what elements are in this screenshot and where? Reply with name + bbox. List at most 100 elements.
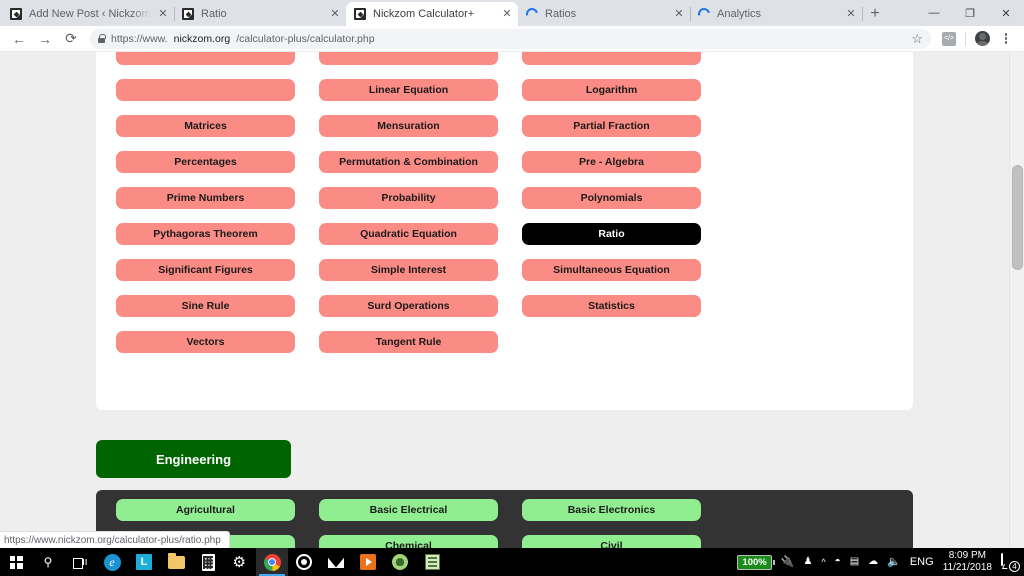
opera-button[interactable] bbox=[288, 548, 320, 576]
calculator-button-pythagoras-theorem[interactable]: Pythagoras Theorem bbox=[116, 223, 295, 245]
calculator-button-permutation-combination[interactable]: Permutation & Combination bbox=[319, 151, 498, 173]
wifi-icon[interactable]: ◓ bbox=[835, 557, 841, 567]
chrome-icon bbox=[263, 553, 281, 571]
tab-analytics[interactable]: Analytics ✕ bbox=[690, 2, 863, 26]
battery-percent-badge[interactable]: 100% bbox=[737, 554, 776, 570]
clock-date: 11/21/2018 bbox=[942, 562, 992, 573]
chrome-button[interactable] bbox=[256, 548, 288, 576]
task-view-button[interactable] bbox=[64, 548, 96, 576]
file-explorer-button[interactable] bbox=[160, 548, 192, 576]
scrollbar-thumb[interactable] bbox=[1012, 165, 1023, 270]
calculator-button-significant-figures[interactable]: Significant Figures bbox=[116, 259, 295, 281]
search-button[interactable]: ⚲ bbox=[32, 548, 64, 576]
media-play-icon bbox=[360, 554, 376, 570]
calculator-button-sine-rule[interactable]: Sine Rule bbox=[116, 295, 295, 317]
calculator-button-basic-electrical[interactable]: Basic Electrical bbox=[319, 499, 498, 521]
tab-close-icon[interactable]: ✕ bbox=[330, 8, 340, 20]
chrome-menu-button[interactable] bbox=[994, 27, 1018, 51]
tab-close-icon[interactable]: ✕ bbox=[158, 8, 168, 20]
lastpass-button[interactable]: L bbox=[128, 548, 160, 576]
calculator-button-partial-fraction[interactable]: Partial Fraction bbox=[522, 115, 701, 137]
bookmark-star-icon[interactable]: ☆ bbox=[911, 31, 923, 47]
calculator-button-cutoff[interactable] bbox=[319, 52, 498, 65]
chevron-up-icon[interactable]: ^ bbox=[821, 557, 825, 567]
minimize-button[interactable]: — bbox=[916, 0, 952, 26]
language-indicator[interactable]: ENG bbox=[910, 556, 934, 568]
calculator-cell: Vectors bbox=[104, 324, 307, 360]
calculator-button-pre-algebra[interactable]: Pre - Algebra bbox=[522, 151, 701, 173]
calculator-button-prime-numbers[interactable]: Prime Numbers bbox=[116, 187, 295, 209]
android-studio-button[interactable] bbox=[384, 548, 416, 576]
tab-nickzom-calculator-plus[interactable]: Nickzom Calculator+ ✕ bbox=[346, 2, 518, 26]
loading-spinner-icon bbox=[523, 5, 541, 23]
folder-icon bbox=[167, 552, 185, 569]
clock[interactable]: 8:09 PM 11/21/2018 bbox=[943, 550, 992, 574]
address-bar[interactable]: https://www. nickzom.org/calculator-plus/… bbox=[90, 28, 931, 49]
notepad-button[interactable] bbox=[416, 548, 448, 576]
windows-logo-icon bbox=[9, 555, 23, 569]
calculator-button-surd-operations[interactable]: Surd Operations bbox=[319, 295, 498, 317]
calculator-cell: Logarithm bbox=[510, 72, 713, 108]
tab-close-icon[interactable]: ✕ bbox=[846, 8, 856, 20]
calculator-button-quadratic-equation[interactable]: Quadratic Equation bbox=[319, 223, 498, 245]
close-window-button[interactable]: ✕ bbox=[988, 0, 1024, 26]
calculator-button-cutoff[interactable] bbox=[116, 52, 295, 65]
page-scrollbar[interactable] bbox=[1009, 52, 1024, 548]
tab-ratios[interactable]: Ratios ✕ bbox=[518, 2, 691, 26]
calculator-button-simultaneous-equation[interactable]: Simultaneous Equation bbox=[522, 259, 701, 281]
calculator-button-cutoff[interactable] bbox=[522, 52, 701, 65]
forward-button[interactable]: → bbox=[32, 27, 58, 51]
calculator-button-cutoff[interactable] bbox=[116, 79, 295, 101]
page-content: Linear Equation Logarithm Matrices Mensu… bbox=[0, 52, 1009, 548]
calculator-cell bbox=[104, 52, 307, 72]
back-button[interactable]: ← bbox=[6, 27, 32, 51]
media-player-button[interactable] bbox=[352, 548, 384, 576]
calculator-button-vectors[interactable]: Vectors bbox=[116, 331, 295, 353]
tab-close-icon[interactable]: ✕ bbox=[674, 8, 684, 20]
calculator-button-mensuration[interactable]: Mensuration bbox=[319, 115, 498, 137]
edge-button[interactable]: e bbox=[96, 548, 128, 576]
android-icon bbox=[392, 554, 408, 570]
calculator-button-linear-equation[interactable]: Linear Equation bbox=[319, 79, 498, 101]
calculator-button-tangent-rule[interactable]: Tangent Rule bbox=[319, 331, 498, 353]
battery-icon[interactable]: ▤ bbox=[850, 557, 859, 567]
calculator-button-probability[interactable]: Probability bbox=[319, 187, 498, 209]
profile-button[interactable] bbox=[970, 27, 994, 51]
calculator-button[interactable] bbox=[192, 548, 224, 576]
start-button[interactable] bbox=[0, 548, 32, 576]
calculator-button-polynomials[interactable]: Polynomials bbox=[522, 187, 701, 209]
calculator-button-simple-interest[interactable]: Simple Interest bbox=[319, 259, 498, 281]
calculator-button-civil[interactable]: Civil bbox=[522, 535, 701, 548]
calculator-button-agricultural[interactable]: Agricultural bbox=[116, 499, 295, 521]
tab-add-new-post[interactable]: Add New Post ‹ Nickzom Blog ✕ bbox=[2, 2, 175, 26]
people-icon[interactable]: ♟ bbox=[803, 557, 812, 567]
maximize-button[interactable]: ❐ bbox=[952, 0, 988, 26]
new-tab-button[interactable]: + bbox=[862, 2, 888, 26]
calculator-cell: Tangent Rule bbox=[307, 324, 510, 360]
system-tray: 100% 🔌 ♟ ^ ◓ ▤ ☁ 🔈 ENG 8:09 PM 11/21/201… bbox=[737, 550, 1024, 574]
tab-close-icon[interactable]: ✕ bbox=[502, 8, 512, 20]
network-icon[interactable]: ☁ bbox=[868, 557, 878, 567]
lock-icon bbox=[98, 34, 106, 43]
calculator-cell: Simple Interest bbox=[307, 252, 510, 288]
mail-button[interactable] bbox=[320, 548, 352, 576]
calculator-button-percentages[interactable]: Percentages bbox=[116, 151, 295, 173]
calculator-button-chemical[interactable]: Chemical bbox=[319, 535, 498, 548]
calculator-cell: Mensuration bbox=[307, 108, 510, 144]
reload-button[interactable]: ⟳ bbox=[58, 27, 84, 51]
settings-button[interactable]: ⚙ bbox=[224, 548, 256, 576]
calculator-button-ratio[interactable]: Ratio bbox=[522, 223, 701, 245]
extension-button[interactable]: </> bbox=[937, 27, 961, 51]
power-plug-icon[interactable]: 🔌 bbox=[781, 556, 795, 568]
clock-time: 8:09 PM bbox=[948, 550, 986, 561]
calculator-button-matrices[interactable]: Matrices bbox=[116, 115, 295, 137]
tab-ratio[interactable]: Ratio ✕ bbox=[174, 2, 346, 26]
task-view-icon bbox=[73, 557, 87, 569]
calculator-button-basic-electronics[interactable]: Basic Electronics bbox=[522, 499, 701, 521]
mathematics-button-grid: Linear Equation Logarithm Matrices Mensu… bbox=[96, 52, 913, 396]
engineering-heading-button[interactable]: Engineering bbox=[96, 440, 291, 478]
calculator-button-logarithm[interactable]: Logarithm bbox=[522, 79, 701, 101]
volume-icon[interactable]: 🔈 bbox=[887, 556, 901, 568]
calculator-button-statistics[interactable]: Statistics bbox=[522, 295, 701, 317]
notification-center-button[interactable]: 4 bbox=[1001, 553, 1020, 572]
